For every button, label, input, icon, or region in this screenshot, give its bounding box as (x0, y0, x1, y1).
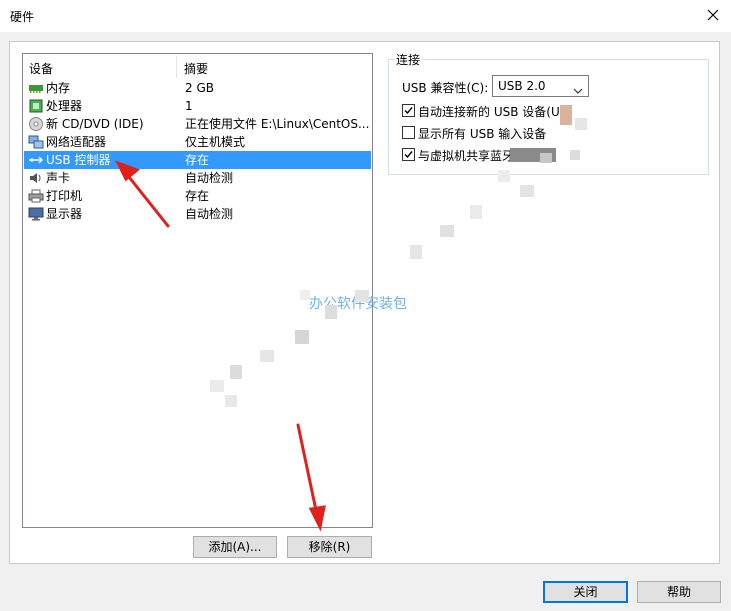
usb-compat-label: USB 兼容性(C): (402, 81, 489, 95)
checkbox[interactable] (402, 148, 415, 161)
check-icon (404, 107, 413, 115)
checkbox[interactable] (402, 126, 415, 139)
printer-icon (28, 189, 44, 203)
device-summary: 自动检测 (185, 171, 234, 185)
usb-compat-value: USB 2.0 (498, 79, 546, 93)
device-summary: 2 GB (185, 81, 214, 95)
device-name: 网络适配器 (46, 135, 107, 149)
device-name: 打印机 (46, 189, 83, 203)
device-row[interactable]: USB 控制器 存在 (24, 151, 371, 169)
column-header-summary[interactable]: 摘要 (184, 60, 208, 77)
checkbox[interactable] (402, 104, 415, 117)
checkbox-label[interactable]: 自动连接新的 USB 设备(U) (418, 103, 564, 120)
checkbox-label[interactable]: 与虚拟机共享蓝牙 (418, 147, 514, 164)
display-icon (28, 207, 44, 221)
header-divider[interactable] (176, 56, 177, 78)
close-button[interactable]: 关闭 (543, 581, 628, 603)
chevron-down-icon (573, 83, 583, 97)
device-name: 内存 (46, 81, 71, 95)
device-row[interactable]: 新 CD/DVD (IDE) 正在使用文件 E:\Linux\CentOS... (24, 115, 371, 133)
device-name: 显示器 (46, 207, 83, 221)
device-summary: 正在使用文件 E:\Linux\CentOS... (185, 117, 369, 131)
close-icon[interactable] (703, 5, 723, 25)
device-name: USB 控制器 (46, 153, 111, 167)
device-row[interactable]: 网络适配器 仅主机模式 (24, 133, 371, 151)
device-row[interactable]: 显示器 自动检测 (24, 205, 371, 223)
sound-card-icon (28, 171, 44, 185)
device-summary: 自动检测 (185, 207, 234, 221)
device-summary: 1 (185, 99, 193, 113)
device-row[interactable]: 声卡 自动检测 (24, 169, 371, 187)
device-summary: 存在 (185, 153, 210, 167)
help-button[interactable]: 帮助 (637, 581, 721, 603)
check-icon (404, 151, 413, 159)
list-header: 设备 摘要 (23, 54, 372, 78)
column-header-device[interactable]: 设备 (29, 60, 53, 77)
device-name: 新 CD/DVD (IDE) (46, 117, 144, 131)
usb-icon (28, 153, 44, 167)
add-button[interactable]: 添加(A)... (193, 536, 277, 558)
device-name: 处理器 (46, 99, 83, 113)
processor-icon (28, 99, 44, 113)
device-name: 声卡 (46, 171, 71, 185)
device-row[interactable]: 处理器 1 (24, 97, 371, 115)
device-summary: 仅主机模式 (185, 135, 246, 149)
device-summary: 存在 (185, 189, 210, 203)
network-adapter-icon (28, 135, 44, 149)
usb-compat-select[interactable]: USB 2.0 (492, 75, 589, 97)
title-bar: 硬件 (0, 0, 731, 32)
window-title: 硬件 (10, 10, 35, 24)
connection-group-title: 连接 (394, 51, 423, 68)
remove-button[interactable]: 移除(R) (287, 536, 372, 558)
device-list[interactable]: 设备 摘要 内存 2 GB 处理器 1 新 CD/DVD (IDE) 正在使用文件 E:\… (22, 53, 373, 528)
device-row[interactable]: 打印机 存在 (24, 187, 371, 205)
device-row[interactable]: 内存 2 GB (24, 79, 371, 97)
cd-dvd-icon (28, 117, 44, 131)
memory-icon (28, 81, 44, 95)
checkbox-label[interactable]: 显示所有 USB 输入设备 (418, 125, 546, 142)
